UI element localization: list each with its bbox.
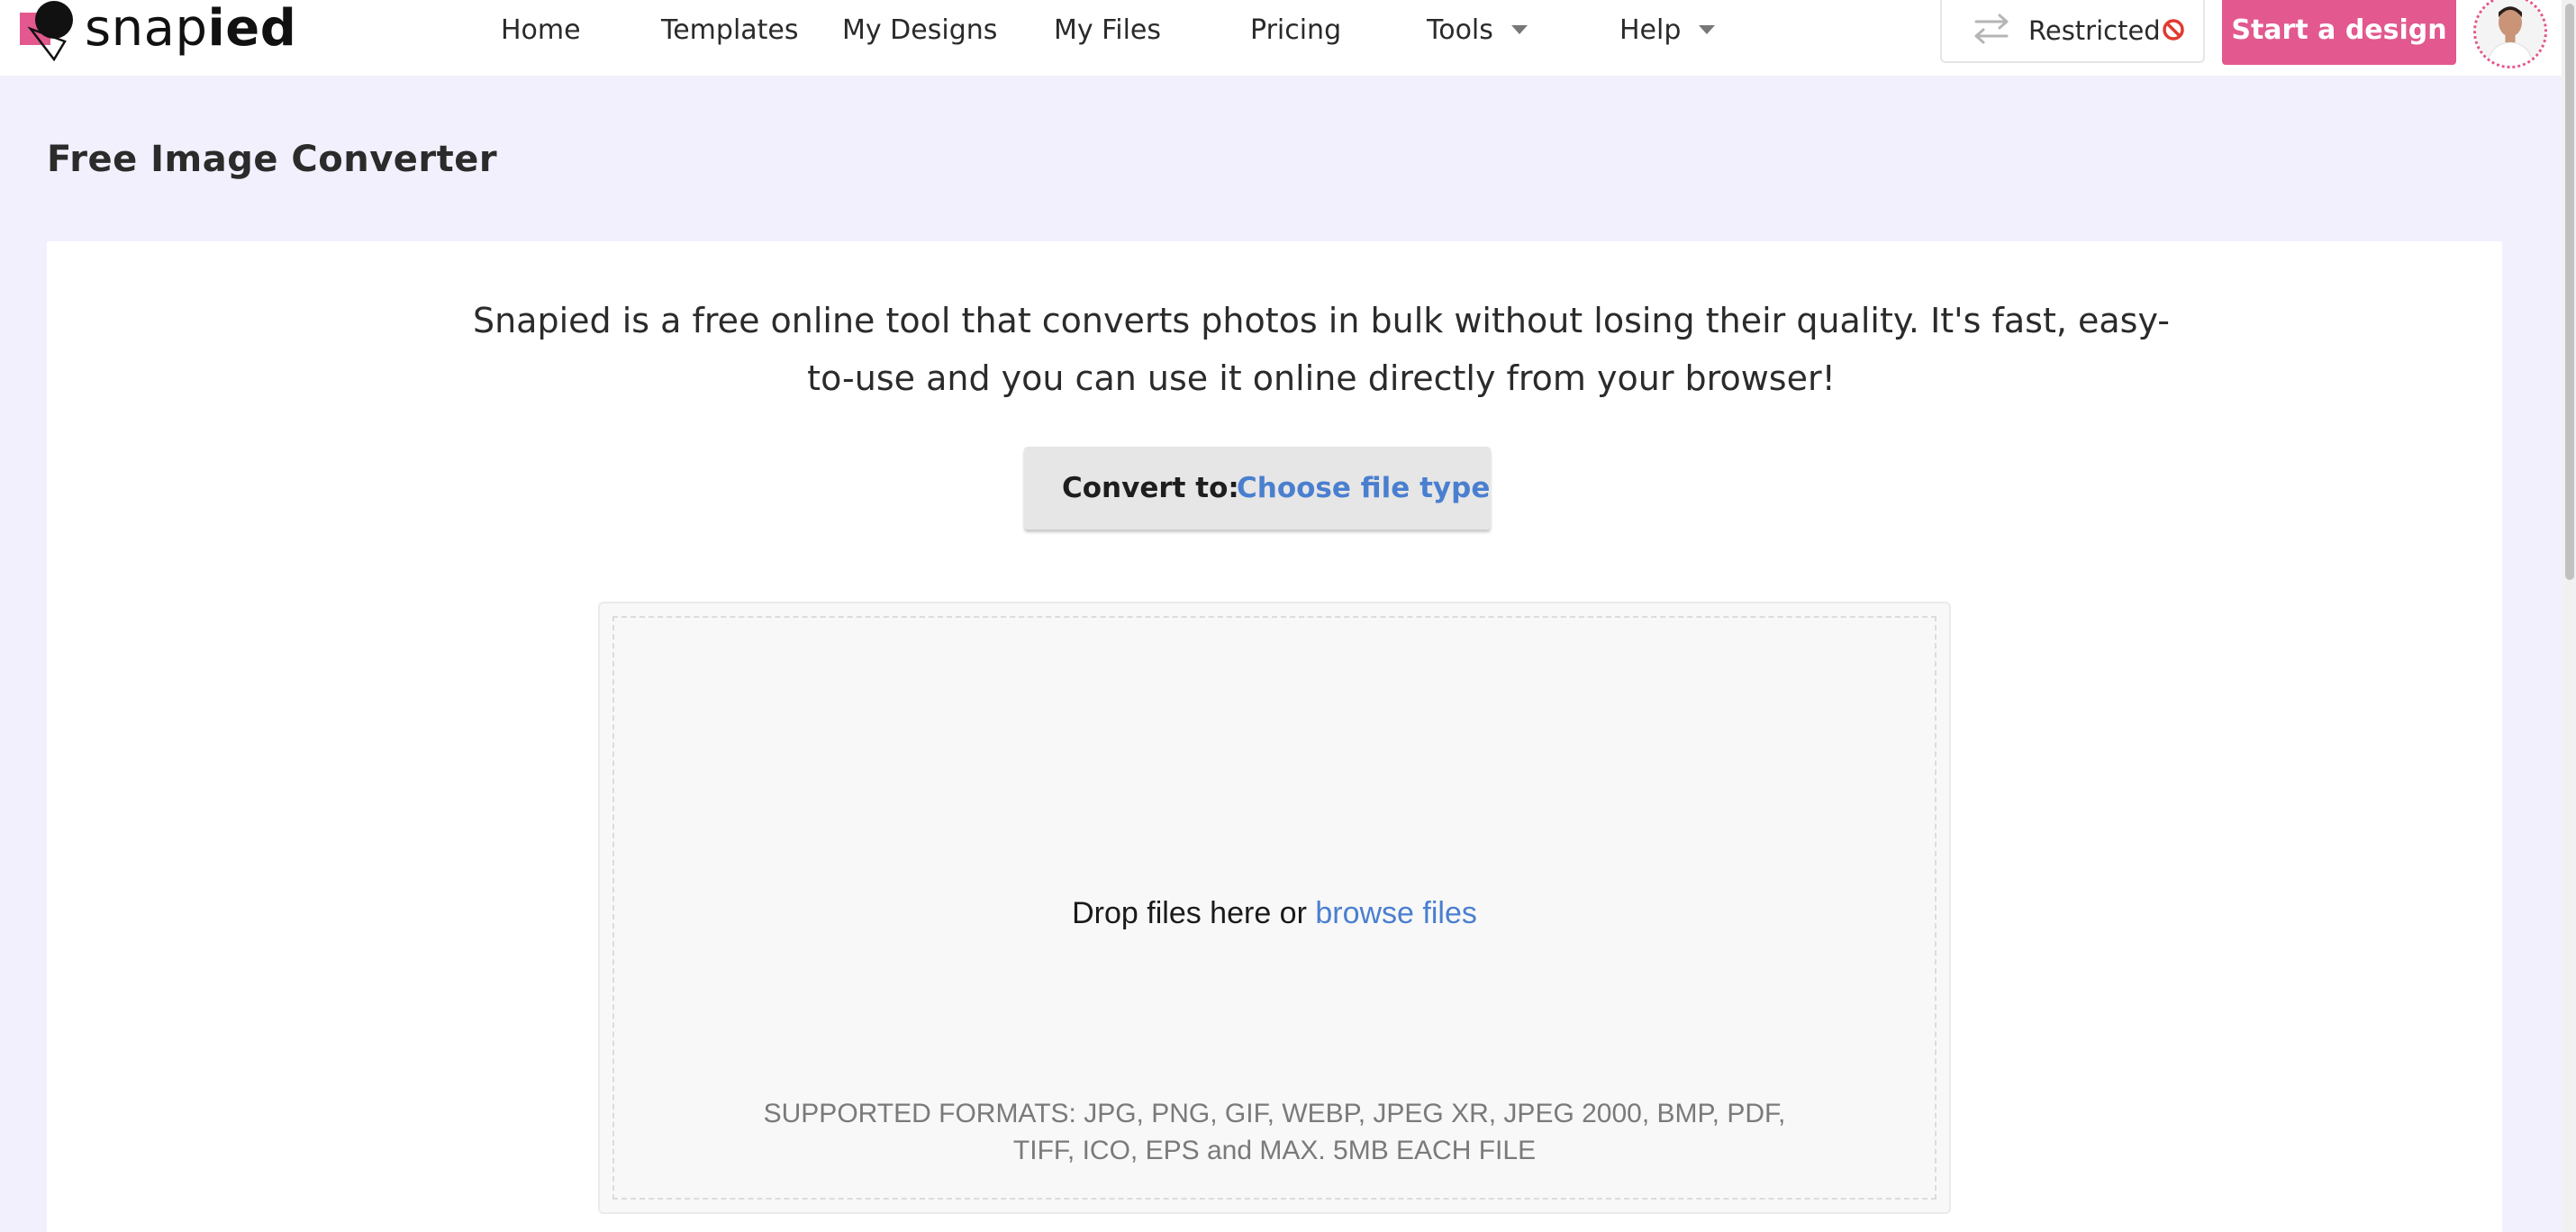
intro-text: Snapied is a free online tool that conve… (472, 301, 2171, 398)
user-avatar[interactable] (2473, 0, 2547, 68)
converter-card: Snapied is a free online tool that conve… (47, 241, 2502, 1232)
restricted-label: Restricted (2028, 15, 2161, 46)
logo-wordmark: snapied (85, 0, 297, 58)
start-a-design-button[interactable]: Start a design (2222, 0, 2456, 65)
nav-help-label: Help (1619, 14, 1682, 46)
dropzone-dashed-border: Drop files here or browse files SUPPORTE… (612, 616, 1937, 1200)
nav-templates[interactable]: Templates (661, 13, 799, 49)
chevron-down-icon (1699, 24, 1716, 34)
user-avatar-icon (2476, 0, 2544, 66)
choose-file-type-link[interactable]: Choose file type (1237, 468, 1490, 508)
file-dropzone[interactable]: Drop files here or browse files SUPPORTE… (598, 602, 1951, 1214)
nav-help[interactable]: Help (1619, 13, 1716, 49)
nav-tools-label: Tools (1427, 14, 1493, 46)
page-scrollbar-thumb[interactable] (2565, 4, 2574, 580)
logo-mark-icon (20, 1, 73, 62)
top-header: snapied Home Templates My Designs My Fil… (0, 0, 2576, 76)
chevron-down-icon (1510, 24, 1528, 34)
prohibited-icon (2163, 19, 2184, 41)
restricted-toggle-button[interactable]: Restricted (1940, 0, 2205, 63)
nav-my-designs[interactable]: My Designs (842, 13, 997, 49)
supported-formats-text: SUPPORTED FORMATS: JPG, PNG, GIF, WEBP, … (763, 1099, 1786, 1165)
nav-my-files[interactable]: My Files (1054, 13, 1161, 49)
snapied-logo[interactable]: snapied (18, 0, 296, 65)
page-title: Free Image Converter (47, 139, 498, 180)
browse-files-link[interactable]: browse files (1315, 896, 1477, 930)
convert-to-dropdown[interactable]: Convert to: Choose file type (1024, 447, 1491, 530)
nav-tools[interactable]: Tools (1427, 13, 1528, 49)
swap-arrows-icon (1974, 14, 2009, 44)
nav-pricing[interactable]: Pricing (1250, 13, 1341, 49)
nav-home[interactable]: Home (501, 13, 581, 49)
convert-to-label: Convert to: (1062, 472, 1239, 504)
drop-files-label: Drop files here or (1072, 896, 1307, 930)
drop-files-text: Drop files here or browse files (614, 893, 1935, 933)
